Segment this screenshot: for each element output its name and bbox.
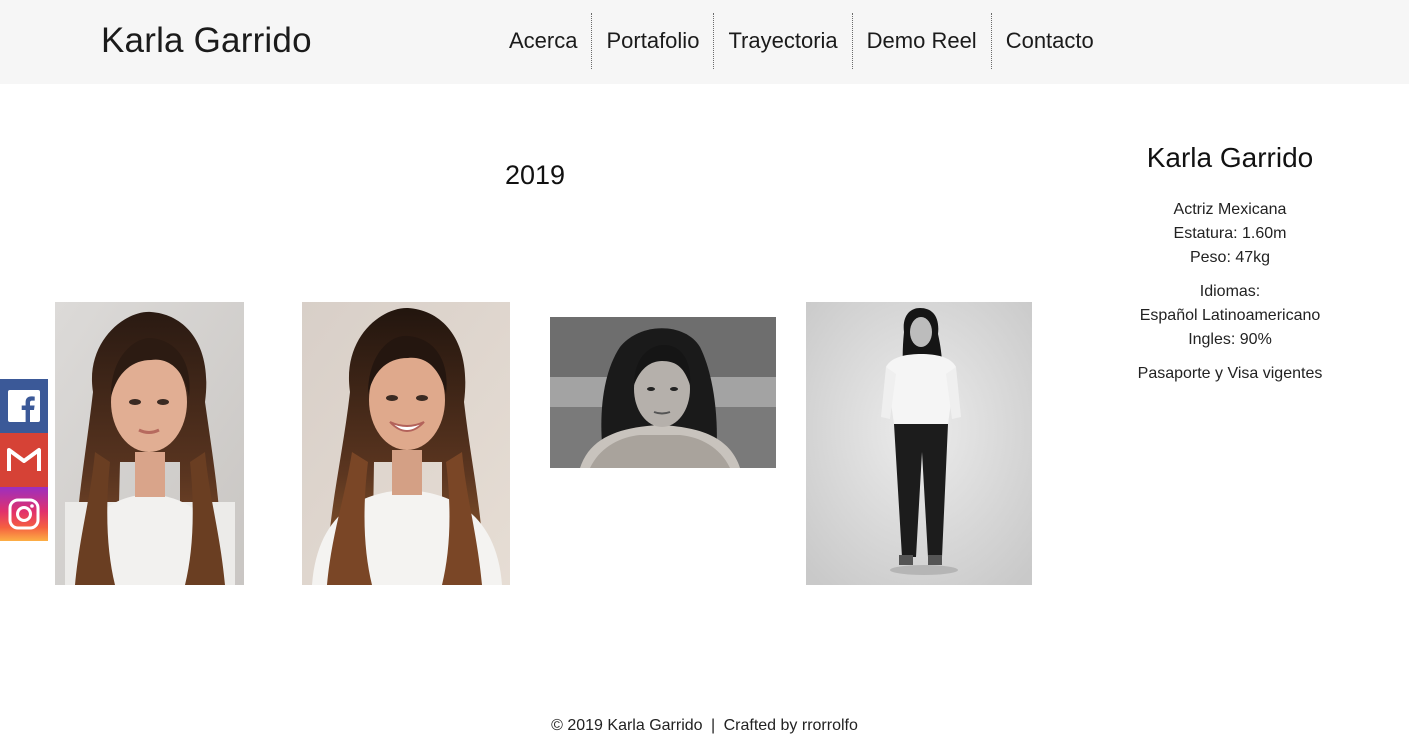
nav-item-acerca[interactable]: Acerca (495, 13, 593, 69)
portrait-illustration (550, 317, 776, 468)
profile-weight: Peso: 47kg (1189, 249, 1271, 266)
profile-documents: Pasaporte y Visa vigentes (1137, 365, 1323, 382)
profile-basic-info: Actriz Mexicana Estatura: 1.60m Peso: 47… (1100, 198, 1360, 270)
footer-copyright: © 2019 Karla Garrido (551, 717, 703, 734)
profile-nationality: Actriz Mexicana (1173, 201, 1287, 218)
profile-name: Karla Garrido (1146, 142, 1314, 173)
nav-item-portafolio[interactable]: Portafolio (592, 13, 715, 69)
portrait-illustration (302, 302, 510, 585)
year-heading: 2019 (504, 160, 566, 190)
nav-item-trayectoria[interactable]: Trayectoria (714, 13, 853, 69)
photo-headshot-1[interactable] (55, 302, 244, 585)
footer-separator: | (711, 717, 716, 734)
site-footer: © 2019 Karla Garrido | Crafted by rrorro… (0, 714, 1409, 738)
instagram-icon (8, 498, 40, 530)
languages-label: Idiomas: (1199, 283, 1261, 300)
profile-languages: Idiomas: Español Latinoamericano Ingles:… (1100, 280, 1360, 352)
photo-bw-full-body[interactable] (806, 302, 1032, 585)
main-nav: Acerca Portafolio Trayectoria Demo Reel … (495, 13, 1108, 69)
gmail-button[interactable] (0, 433, 48, 487)
language-spanish: Español Latinoamericano (1139, 307, 1321, 324)
portrait-illustration (806, 302, 1032, 585)
portrait-illustration (55, 302, 244, 585)
instagram-button[interactable] (0, 487, 48, 541)
facebook-button[interactable] (0, 379, 48, 433)
photo-bw-portrait[interactable] (550, 317, 776, 468)
footer-credit: Crafted by rrorrolfo (723, 717, 858, 734)
social-bar (0, 379, 48, 541)
photo-headshot-2[interactable] (302, 302, 510, 585)
facebook-icon (8, 390, 40, 422)
language-english: Ingles: 90% (1188, 331, 1272, 348)
gmail-icon (7, 448, 41, 471)
nav-item-demo-reel[interactable]: Demo Reel (853, 13, 992, 69)
brand-link[interactable]: Karla Garrido (101, 20, 312, 62)
profile-height: Estatura: 1.60m (1173, 225, 1287, 242)
site-header: Karla Garrido Acerca Portafolio Trayecto… (0, 0, 1409, 84)
nav-item-contacto[interactable]: Contacto (992, 13, 1108, 69)
profile-card: Karla Garrido Actriz Mexicana Estatura: … (1100, 140, 1360, 396)
